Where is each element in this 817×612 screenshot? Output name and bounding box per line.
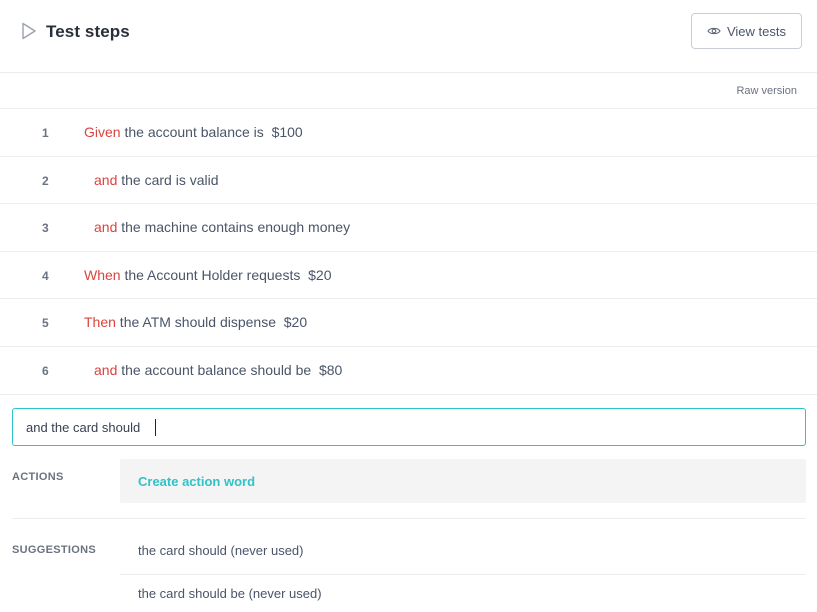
step-text: Given the account balance is $100 xyxy=(84,124,303,140)
step-keyword: Given xyxy=(84,124,121,140)
page-title: Test steps xyxy=(46,22,130,41)
step-text: and the machine contains enough money xyxy=(94,219,350,235)
eye-icon xyxy=(707,27,721,35)
steps-list: 1 Given the account balance is $100 2 an… xyxy=(0,109,817,395)
step-number: 5 xyxy=(42,316,49,331)
raw-version-bar: Raw version xyxy=(0,73,817,109)
create-action-word-button[interactable]: Create action word xyxy=(138,474,255,489)
suggestions-label: SUGGESTIONS xyxy=(12,544,96,556)
raw-version-link[interactable]: Raw version xyxy=(736,85,797,97)
step-phrase: the Account Holder requests $20 xyxy=(120,266,332,283)
step-input[interactable] xyxy=(13,409,805,445)
step-phrase: the machine contains enough money xyxy=(117,219,351,236)
step-phrase: the account balance is $100 xyxy=(120,124,303,140)
step-number: 1 xyxy=(42,126,49,140)
step-number: 2 xyxy=(42,173,49,188)
step-row[interactable]: 3 and the machine contains enough money xyxy=(0,204,817,252)
text-caret xyxy=(155,419,156,436)
step-row[interactable]: 2 and the card is valid xyxy=(0,157,817,205)
section-divider xyxy=(12,518,806,519)
step-text: Then the ATM should dispense $20 xyxy=(84,314,307,330)
step-row[interactable]: 5 Then the ATM should dispense $20 xyxy=(0,299,817,347)
suggestion-item[interactable]: the card should (never used) xyxy=(120,529,806,573)
step-phrase: the ATM should dispense $20 xyxy=(115,314,308,331)
step-text: and the account balance should be $80 xyxy=(94,362,342,378)
step-row[interactable]: 1 Given the account balance is $100 xyxy=(0,109,817,157)
step-number: 6 xyxy=(42,363,49,378)
step-input-wrapper xyxy=(12,408,806,446)
actions-panel: Create action word xyxy=(120,459,806,503)
step-row[interactable]: 4 When the Account Holder requests $20 xyxy=(0,252,817,300)
step-phrase: the account balance should be $80 xyxy=(117,361,343,378)
play-icon xyxy=(22,22,36,40)
actions-label: ACTIONS xyxy=(12,471,64,483)
step-keyword: and xyxy=(94,171,118,188)
step-keyword: When xyxy=(84,266,121,283)
view-tests-button[interactable]: View tests xyxy=(691,13,802,49)
step-number: 3 xyxy=(42,221,49,236)
suggestion-text[interactable]: the card should be (never used) xyxy=(138,586,322,601)
step-keyword: and xyxy=(94,219,118,236)
suggestion-text[interactable]: the card should (never used) xyxy=(138,543,303,558)
page-header: Test steps View tests xyxy=(0,0,817,73)
suggestion-item[interactable]: the card should be (never used) xyxy=(120,572,806,612)
step-row[interactable]: 6 and the account balance should be $80 xyxy=(0,347,817,395)
step-text: and the card is valid xyxy=(94,172,219,188)
step-number: 4 xyxy=(42,268,49,283)
step-keyword: and xyxy=(94,361,118,378)
step-keyword: Then xyxy=(84,314,116,331)
view-tests-label: View tests xyxy=(726,23,786,39)
step-phrase: the card is valid xyxy=(117,171,219,188)
step-text: When the Account Holder requests $20 xyxy=(84,267,332,283)
